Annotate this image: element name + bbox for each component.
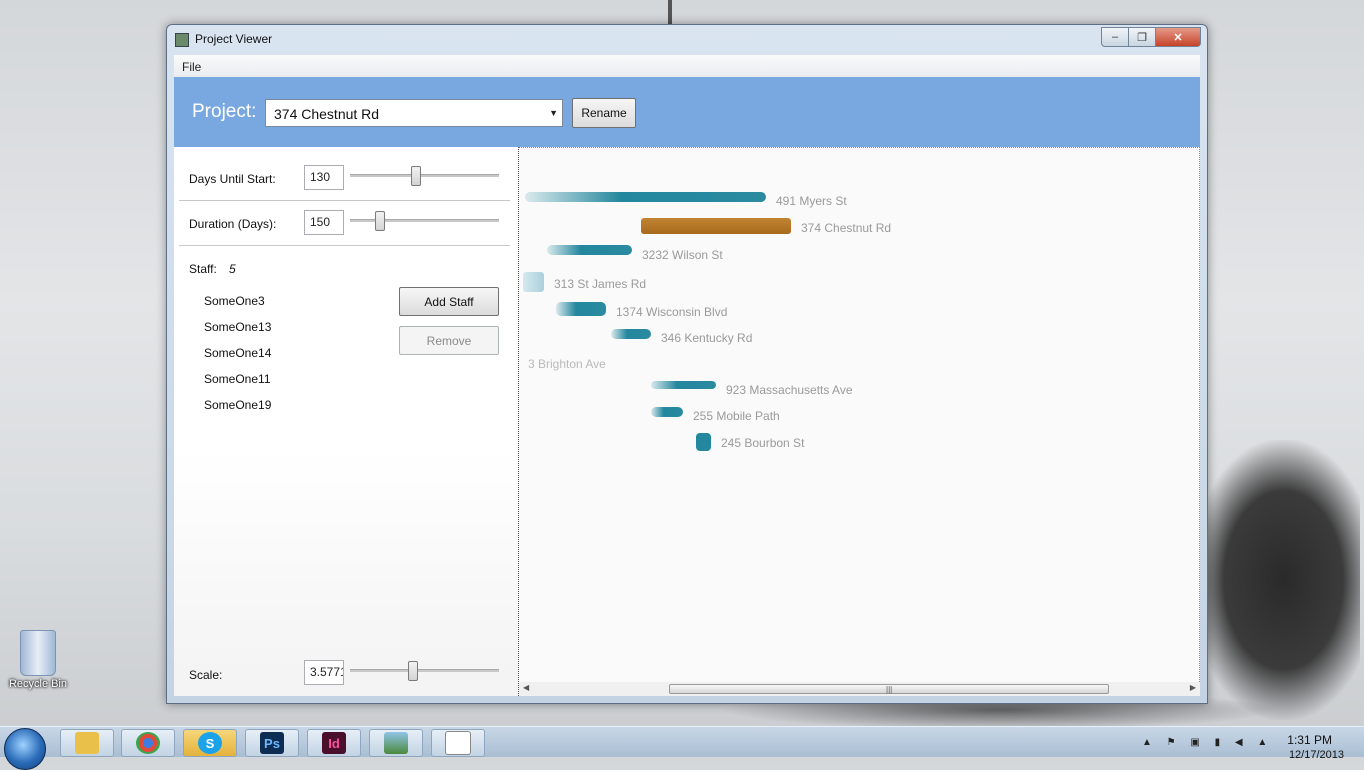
taskbar-explorer[interactable] — [60, 729, 114, 757]
timeline-label: 3 Brighton Ave — [528, 357, 606, 371]
project-viewer-window: Project Viewer ‒ ❐ ✕ File Project: 374 C… — [166, 24, 1208, 704]
taskbar-photoshop[interactable]: Ps — [245, 729, 299, 757]
photoshop-icon: Ps — [260, 732, 284, 754]
system-tray: ▲ ⚑ ▣ ▮ ◀ ▲ 1:31 PM 12/17/2013 — [1134, 727, 1364, 761]
timeline-label: 245 Bourbon St — [721, 436, 805, 450]
recycle-bin-shortcut[interactable]: Recycle Bin — [4, 630, 72, 690]
staff-count: 5 — [229, 262, 236, 276]
start-button[interactable] — [4, 728, 46, 770]
timeline-bar[interactable] — [611, 329, 651, 339]
timeline-bar[interactable] — [651, 407, 683, 417]
indesign-icon: Id — [322, 732, 346, 754]
staff-list-item[interactable]: SomeOne14 — [204, 346, 271, 360]
duration-slider[interactable] — [350, 219, 499, 222]
days-until-start-slider[interactable] — [350, 174, 499, 177]
scale-slider[interactable] — [350, 669, 499, 672]
notepad-icon — [445, 731, 471, 755]
taskbar-chrome[interactable] — [121, 729, 175, 757]
menu-bar: File — [174, 55, 1200, 78]
tray-icons[interactable]: ▲ ⚑ ▣ ▮ ◀ ▲ — [1142, 737, 1273, 748]
taskbar: S Ps Id ▲ ⚑ ▣ ▮ ◀ ▲ 1:31 PM 12/17/2013 — [0, 726, 1364, 770]
project-label: Project: — [192, 101, 257, 122]
scroll-left-arrow-icon[interactable]: ◀ — [523, 683, 529, 692]
timeline-bar[interactable] — [525, 192, 766, 202]
recycle-bin-label: Recycle Bin — [8, 678, 68, 690]
chrome-icon — [136, 732, 160, 754]
staff-list-item[interactable]: SomeOne11 — [204, 372, 271, 386]
recycle-bin-icon — [20, 630, 56, 676]
settings-pane: Days Until Start: 130 Duration (Days): 1… — [174, 147, 518, 696]
clock-time[interactable]: 1:31 PM — [1287, 733, 1332, 747]
scale-slider-thumb[interactable] — [408, 661, 418, 681]
explorer-icon — [75, 732, 99, 754]
scroll-right-arrow-icon[interactable]: ▶ — [1190, 683, 1196, 692]
wallpaper-decoration — [668, 0, 672, 24]
window-client-area: File Project: 374 Chestnut Rd ▼ Rename D… — [174, 55, 1200, 696]
days-until-start-slider-thumb[interactable] — [411, 166, 421, 186]
timeline-bar[interactable] — [523, 272, 544, 292]
days-until-start-label: Days Until Start: — [189, 172, 276, 186]
timeline-label: 3232 Wilson St — [642, 248, 723, 262]
duration-input[interactable]: 150 — [304, 210, 344, 235]
project-dropdown-value: 374 Chestnut Rd — [274, 106, 380, 122]
timeline-label: 1374 Wisconsin Blvd — [616, 305, 728, 319]
project-bar: Project: 374 Chestnut Rd ▼ Rename — [174, 77, 1200, 147]
staff-list-item[interactable]: SomeOne3 — [204, 294, 265, 308]
duration-slider-thumb[interactable] — [375, 211, 385, 231]
dropdown-arrow-icon: ▼ — [549, 108, 558, 118]
timeline-chart: 491 Myers St 374 Chestnut Rd 3232 Wilson… — [519, 147, 1200, 682]
scrollbar-thumb[interactable]: ||| — [669, 684, 1109, 694]
staff-list-item[interactable]: SomeOne13 — [204, 320, 271, 334]
timeline-label: 923 Massachusetts Ave — [726, 383, 853, 397]
add-staff-button[interactable]: Add Staff — [399, 287, 499, 316]
timeline-label: 313 St James Rd — [554, 277, 647, 291]
window-title: Project Viewer — [195, 32, 273, 46]
taskbar-notepad[interactable] — [431, 729, 485, 757]
timeline-label: 255 Mobile Path — [693, 409, 780, 423]
timeline-bar-selected[interactable] — [641, 218, 791, 234]
timeline-horizontal-scrollbar[interactable]: ◀ ||| ▶ — [519, 682, 1200, 696]
remove-staff-button[interactable]: Remove — [399, 326, 499, 355]
days-until-start-input[interactable]: 130 — [304, 165, 344, 190]
taskbar-skype[interactable]: S — [183, 729, 237, 757]
skype-icon: S — [198, 732, 222, 754]
title-bar[interactable]: Project Viewer ‒ ❐ ✕ — [167, 25, 1207, 53]
timeline-bar[interactable] — [556, 302, 606, 316]
project-dropdown[interactable]: 374 Chestnut Rd ▼ — [265, 99, 563, 127]
taskbar-photo-viewer[interactable] — [369, 729, 423, 757]
minimize-button[interactable]: ‒ — [1101, 27, 1129, 47]
rename-button[interactable]: Rename — [572, 98, 636, 128]
timeline-label: 491 Myers St — [776, 194, 847, 208]
taskbar-indesign[interactable]: Id — [307, 729, 361, 757]
wallpaper-decoration — [1190, 440, 1360, 720]
maximize-button[interactable]: ❐ — [1128, 27, 1156, 47]
timeline-label: 346 Kentucky Rd — [661, 331, 753, 345]
staff-label: Staff: — [189, 262, 217, 276]
app-icon — [175, 33, 189, 47]
timeline-label: 374 Chestnut Rd — [801, 221, 892, 235]
scale-input[interactable]: 3.5771 — [304, 660, 344, 685]
clock-date[interactable]: 12/17/2013 — [1289, 749, 1344, 761]
photo-viewer-icon — [384, 732, 408, 754]
close-button[interactable]: ✕ — [1155, 27, 1201, 47]
timeline-bar[interactable] — [696, 433, 711, 451]
timeline-bar[interactable] — [547, 245, 632, 255]
staff-list-item[interactable]: SomeOne19 — [204, 398, 271, 412]
grip-icon: ||| — [886, 685, 893, 694]
separator — [179, 200, 510, 201]
duration-label: Duration (Days): — [189, 217, 277, 231]
scale-label: Scale: — [189, 668, 223, 682]
timeline-bar[interactable] — [651, 381, 716, 389]
separator — [179, 245, 510, 246]
menu-file[interactable]: File — [182, 60, 201, 74]
